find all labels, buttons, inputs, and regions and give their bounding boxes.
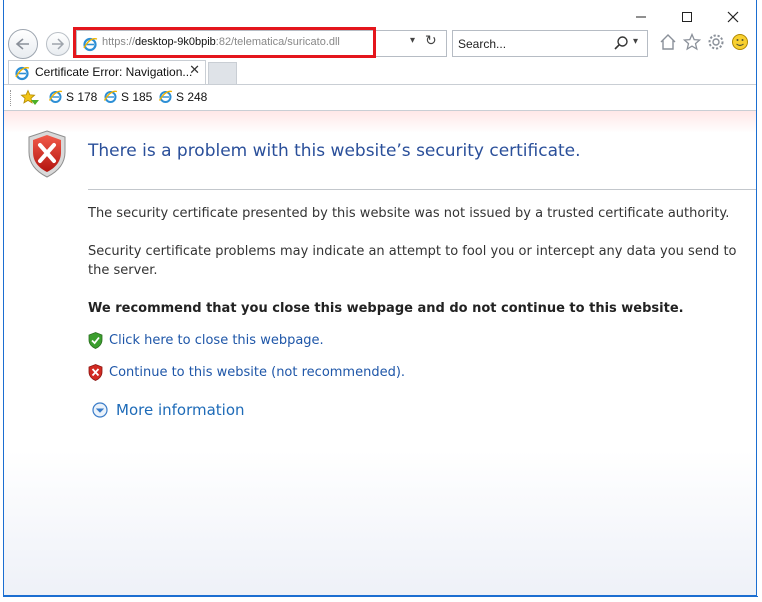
forward-button[interactable] — [46, 32, 70, 56]
address-dropdown-icon[interactable]: ▾ — [410, 35, 415, 46]
ie-favicon-icon — [158, 90, 173, 103]
arrow-left-icon — [15, 38, 29, 50]
favorites-star-icon[interactable] — [682, 32, 702, 52]
favorite-link-s248[interactable]: S 248 — [158, 89, 207, 104]
favorite-label: S 185 — [121, 89, 153, 104]
search-icon[interactable] — [613, 35, 629, 55]
ie-favicon-icon — [103, 90, 118, 103]
tab-title: Certificate Error: Navigation... — [35, 65, 193, 79]
toolbar-icons — [658, 32, 750, 52]
tab-close-icon[interactable]: ✕ — [189, 63, 200, 78]
tab-certificate-error[interactable]: Certificate Error: Navigation... ✕ — [8, 60, 206, 84]
ie-favicon-icon — [48, 90, 63, 103]
close-webpage-row: Click here to close this webpage. — [88, 332, 324, 349]
home-icon[interactable] — [658, 32, 678, 52]
minimize-icon — [636, 16, 646, 18]
continue-to-website-link[interactable]: Continue to this website (not recommende… — [109, 365, 405, 380]
ie-tab-icon — [14, 65, 30, 85]
new-tab-button[interactable] — [208, 62, 237, 84]
add-to-favorites-bar-icon[interactable] — [20, 88, 40, 112]
favorite-link-s178[interactable]: S 178 — [48, 89, 97, 104]
favorite-link-s185[interactable]: S 185 — [103, 89, 152, 104]
chevron-down-circle-icon[interactable] — [92, 402, 108, 418]
favorite-label: S 178 — [66, 89, 98, 104]
window-bottom-frame — [0, 596, 762, 602]
paragraph-risk-warning: Security certificate problems may indica… — [88, 244, 737, 278]
refresh-icon[interactable]: ↻ — [425, 33, 437, 49]
favorites-bar: S 178 S 185 S 248 — [4, 85, 756, 111]
paragraph-untrusted-authority: The security certificate presented by th… — [88, 206, 730, 221]
green-shield-check-icon — [88, 332, 103, 349]
url-highlight-box — [73, 27, 376, 58]
search-box[interactable]: ▾ — [452, 30, 648, 57]
maximize-icon — [682, 12, 692, 22]
gear-icon[interactable] — [706, 32, 726, 52]
more-information-row: More information — [92, 401, 245, 419]
error-shield-icon — [27, 130, 67, 182]
continue-row: Continue to this website (not recommende… — [88, 364, 405, 381]
browser-window: https://desktop-9k0bpib:82/telematica/su… — [3, 0, 757, 596]
search-dropdown-icon[interactable]: ▾ — [633, 36, 638, 47]
close-webpage-link[interactable]: Click here to close this webpage. — [109, 333, 324, 348]
arrow-right-icon — [52, 38, 65, 50]
back-button[interactable] — [8, 29, 38, 59]
tab-strip: Certificate Error: Navigation... ✕ — [4, 60, 756, 84]
favorites-grip — [10, 90, 13, 106]
title-divider — [88, 189, 756, 190]
more-information-link[interactable]: More information — [116, 401, 245, 419]
smiley-feedback-icon[interactable] — [730, 32, 750, 52]
red-shield-x-icon — [88, 364, 103, 381]
certificate-error-page: There is a problem with this website’s s… — [4, 111, 756, 595]
screen: https://desktop-9k0bpib:82/telematica/su… — [0, 0, 762, 602]
page-title: There is a problem with this website’s s… — [88, 141, 581, 161]
recommendation-text: We recommend that you close this webpage… — [88, 301, 684, 316]
close-icon — [727, 11, 739, 23]
search-input[interactable] — [458, 34, 608, 53]
favorite-label: S 248 — [176, 89, 208, 104]
